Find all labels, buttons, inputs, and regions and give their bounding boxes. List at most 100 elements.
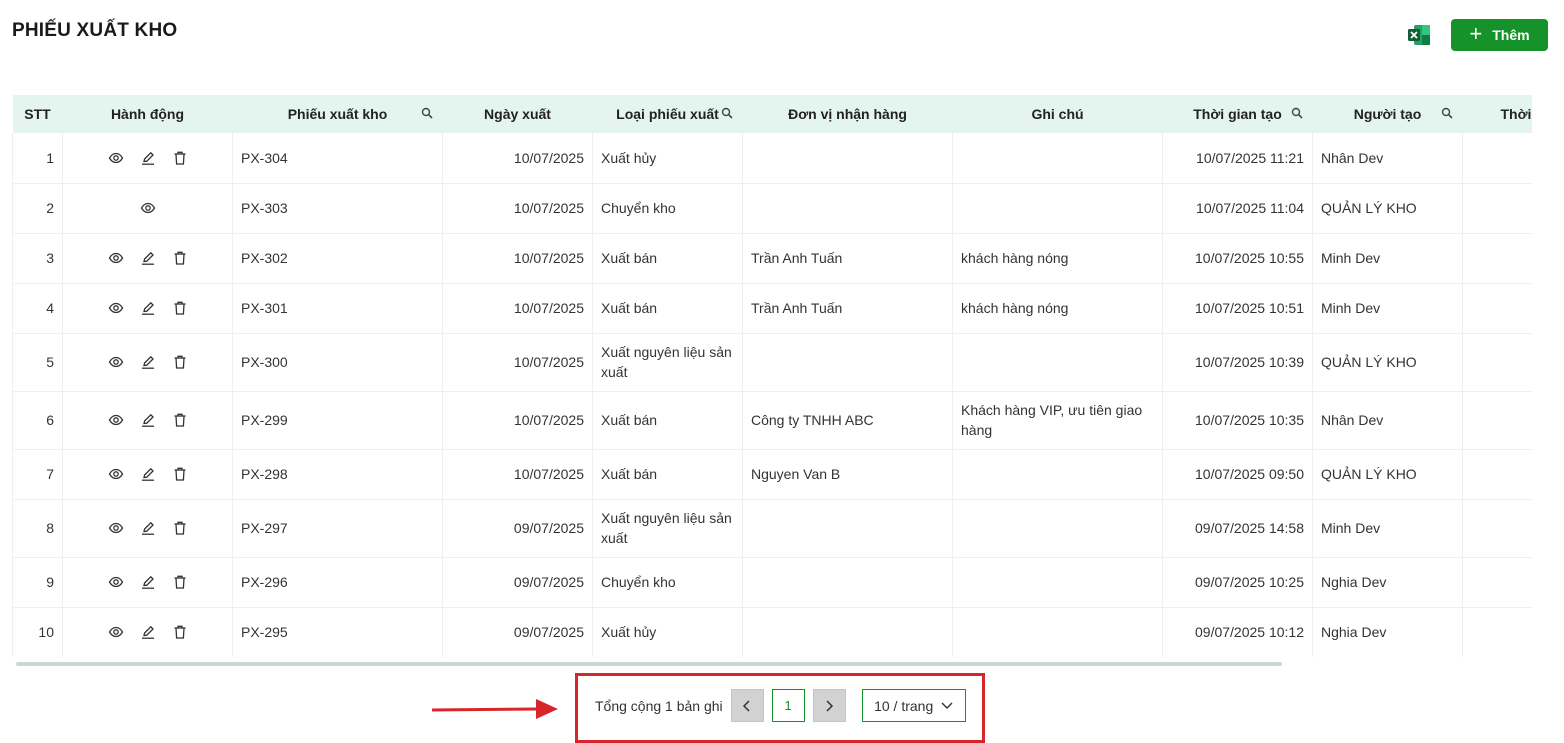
eye-icon[interactable] [108, 624, 124, 640]
page-number[interactable]: 1 [771, 689, 805, 722]
edit-icon[interactable] [140, 412, 156, 428]
cell-updated [1462, 557, 1532, 608]
cell-stt: 9 [12, 557, 63, 608]
cell-receiver [742, 499, 953, 558]
cell-code: PX-302 [232, 233, 443, 284]
trash-icon[interactable] [172, 624, 188, 640]
cell-stt: 7 [12, 449, 63, 500]
search-icon[interactable] [1291, 107, 1303, 119]
cell-stt: 2 [12, 183, 63, 234]
trash-icon[interactable] [172, 300, 188, 316]
trash-icon[interactable] [172, 150, 188, 166]
trash-icon[interactable] [172, 250, 188, 266]
cell-stt: 10 [12, 607, 63, 657]
excel-export-icon[interactable] [1407, 24, 1431, 46]
column-header-creator[interactable]: Người tạo [1312, 95, 1463, 133]
trash-icon[interactable] [172, 412, 188, 428]
eye-icon[interactable] [108, 574, 124, 590]
table-row[interactable]: 2 PX-303 10/07/2025 Chuyển kho 10/07/2025 11… [12, 183, 1532, 234]
trash-icon[interactable] [172, 466, 188, 482]
prev-page-button[interactable] [730, 689, 764, 722]
table-row[interactable]: 1 PX-304 10/07/2025 Xuất hủy 10/07/2025 11:2… [12, 133, 1532, 184]
cell-code: PX-304 [232, 133, 443, 184]
horizontal-scrollbar[interactable] [16, 662, 1282, 666]
eye-icon[interactable] [108, 466, 124, 482]
eye-icon[interactable] [108, 354, 124, 370]
table-row[interactable]: 8 PX-297 09/07/2025 Xuất nguyên liệu sản xu… [12, 499, 1532, 558]
eye-icon[interactable] [140, 200, 156, 216]
edit-icon[interactable] [140, 300, 156, 316]
cell-note [952, 449, 1163, 500]
table-row[interactable]: 5 PX-300 10/07/2025 Xuất nguyên liệu sản xu… [12, 333, 1532, 392]
eye-icon[interactable] [108, 300, 124, 316]
cell-code: PX-303 [232, 183, 443, 234]
cell-actions [62, 333, 233, 392]
eye-icon[interactable] [108, 150, 124, 166]
cell-type: Xuất bán [592, 449, 743, 500]
cell-type: Chuyển kho [592, 557, 743, 608]
add-button[interactable]: + Thêm [1451, 19, 1548, 51]
edit-icon[interactable] [140, 520, 156, 536]
edit-icon[interactable] [140, 624, 156, 640]
search-icon[interactable] [421, 107, 433, 119]
eye-icon[interactable] [108, 250, 124, 266]
cell-date: 10/07/2025 [442, 183, 593, 234]
cell-type: Xuất hủy [592, 607, 743, 657]
cell-updated [1462, 391, 1532, 450]
column-header-code[interactable]: Phiếu xuất kho [232, 95, 443, 133]
edit-icon[interactable] [140, 354, 156, 370]
trash-icon[interactable] [172, 520, 188, 536]
cell-created: 09/07/2025 10:12 [1162, 607, 1313, 657]
cell-code: PX-296 [232, 557, 443, 608]
red-arrow-annotation [431, 699, 558, 719]
cell-actions [62, 557, 233, 608]
table-row[interactable]: 9 PX-296 09/07/2025 Chuyển kho 09/07/2025 10… [12, 557, 1532, 608]
cell-creator: Minh Dev [1312, 233, 1463, 284]
eye-icon[interactable] [108, 412, 124, 428]
column-header-type[interactable]: Loại phiếu xuất [592, 95, 743, 133]
page-size-select[interactable]: 10 / trang [861, 689, 966, 722]
cell-note: Khách hàng VIP, ưu tiên giao hàng [952, 391, 1163, 450]
table-row[interactable]: 6 PX-299 10/07/2025 Xuất bán Công ty TNHH AB… [12, 391, 1532, 450]
column-header-updated: Thời gia [1462, 95, 1532, 133]
table-row[interactable]: 7 PX-298 10/07/2025 Xuất bán Nguyen Van B 10/… [12, 449, 1532, 500]
column-header-created[interactable]: Thời gian tạo [1162, 95, 1313, 133]
column-header-stt: STT [12, 95, 63, 133]
cell-date: 09/07/2025 [442, 557, 593, 608]
search-icon[interactable] [1441, 107, 1453, 119]
table-row[interactable]: 10 PX-295 09/07/2025 Xuất hủy 09/07/2025 10:… [12, 607, 1532, 657]
trash-icon[interactable] [172, 574, 188, 590]
edit-icon[interactable] [140, 150, 156, 166]
eye-icon[interactable] [108, 520, 124, 536]
cell-date: 10/07/2025 [442, 283, 593, 334]
cell-receiver: Công ty TNHH ABC [742, 391, 953, 450]
search-icon[interactable] [721, 107, 733, 119]
cell-type: Xuất hủy [592, 133, 743, 184]
cell-stt: 3 [12, 233, 63, 284]
cell-note [952, 133, 1163, 184]
cell-note [952, 557, 1163, 608]
cell-type: Xuất bán [592, 233, 743, 284]
cell-date: 10/07/2025 [442, 133, 593, 184]
cell-actions [62, 183, 233, 234]
cell-type: Xuất nguyên liệu sản xuất [592, 333, 743, 392]
cell-created: 10/07/2025 10:35 [1162, 391, 1313, 450]
cell-code: PX-301 [232, 283, 443, 334]
cell-actions [62, 133, 233, 184]
trash-icon[interactable] [172, 354, 188, 370]
cell-creator: Nghia Dev [1312, 607, 1463, 657]
cell-stt: 5 [12, 333, 63, 392]
column-header-creator-label: Người tạo [1353, 106, 1422, 122]
next-page-button[interactable] [812, 689, 846, 722]
edit-icon[interactable] [140, 250, 156, 266]
cell-stt: 6 [12, 391, 63, 450]
table-row[interactable]: 4 PX-301 10/07/2025 Xuất bán Trần Anh Tuấn kh… [12, 283, 1532, 334]
table-row[interactable]: 3 PX-302 10/07/2025 Xuất bán Trần Anh Tuấn kh… [12, 233, 1532, 284]
edit-icon[interactable] [140, 574, 156, 590]
edit-icon[interactable] [140, 466, 156, 482]
cell-receiver: Nguyen Van B [742, 449, 953, 500]
column-header-type-label: Loại phiếu xuất [616, 106, 719, 122]
cell-date: 10/07/2025 [442, 233, 593, 284]
cell-updated [1462, 449, 1532, 500]
cell-type: Xuất bán [592, 283, 743, 334]
